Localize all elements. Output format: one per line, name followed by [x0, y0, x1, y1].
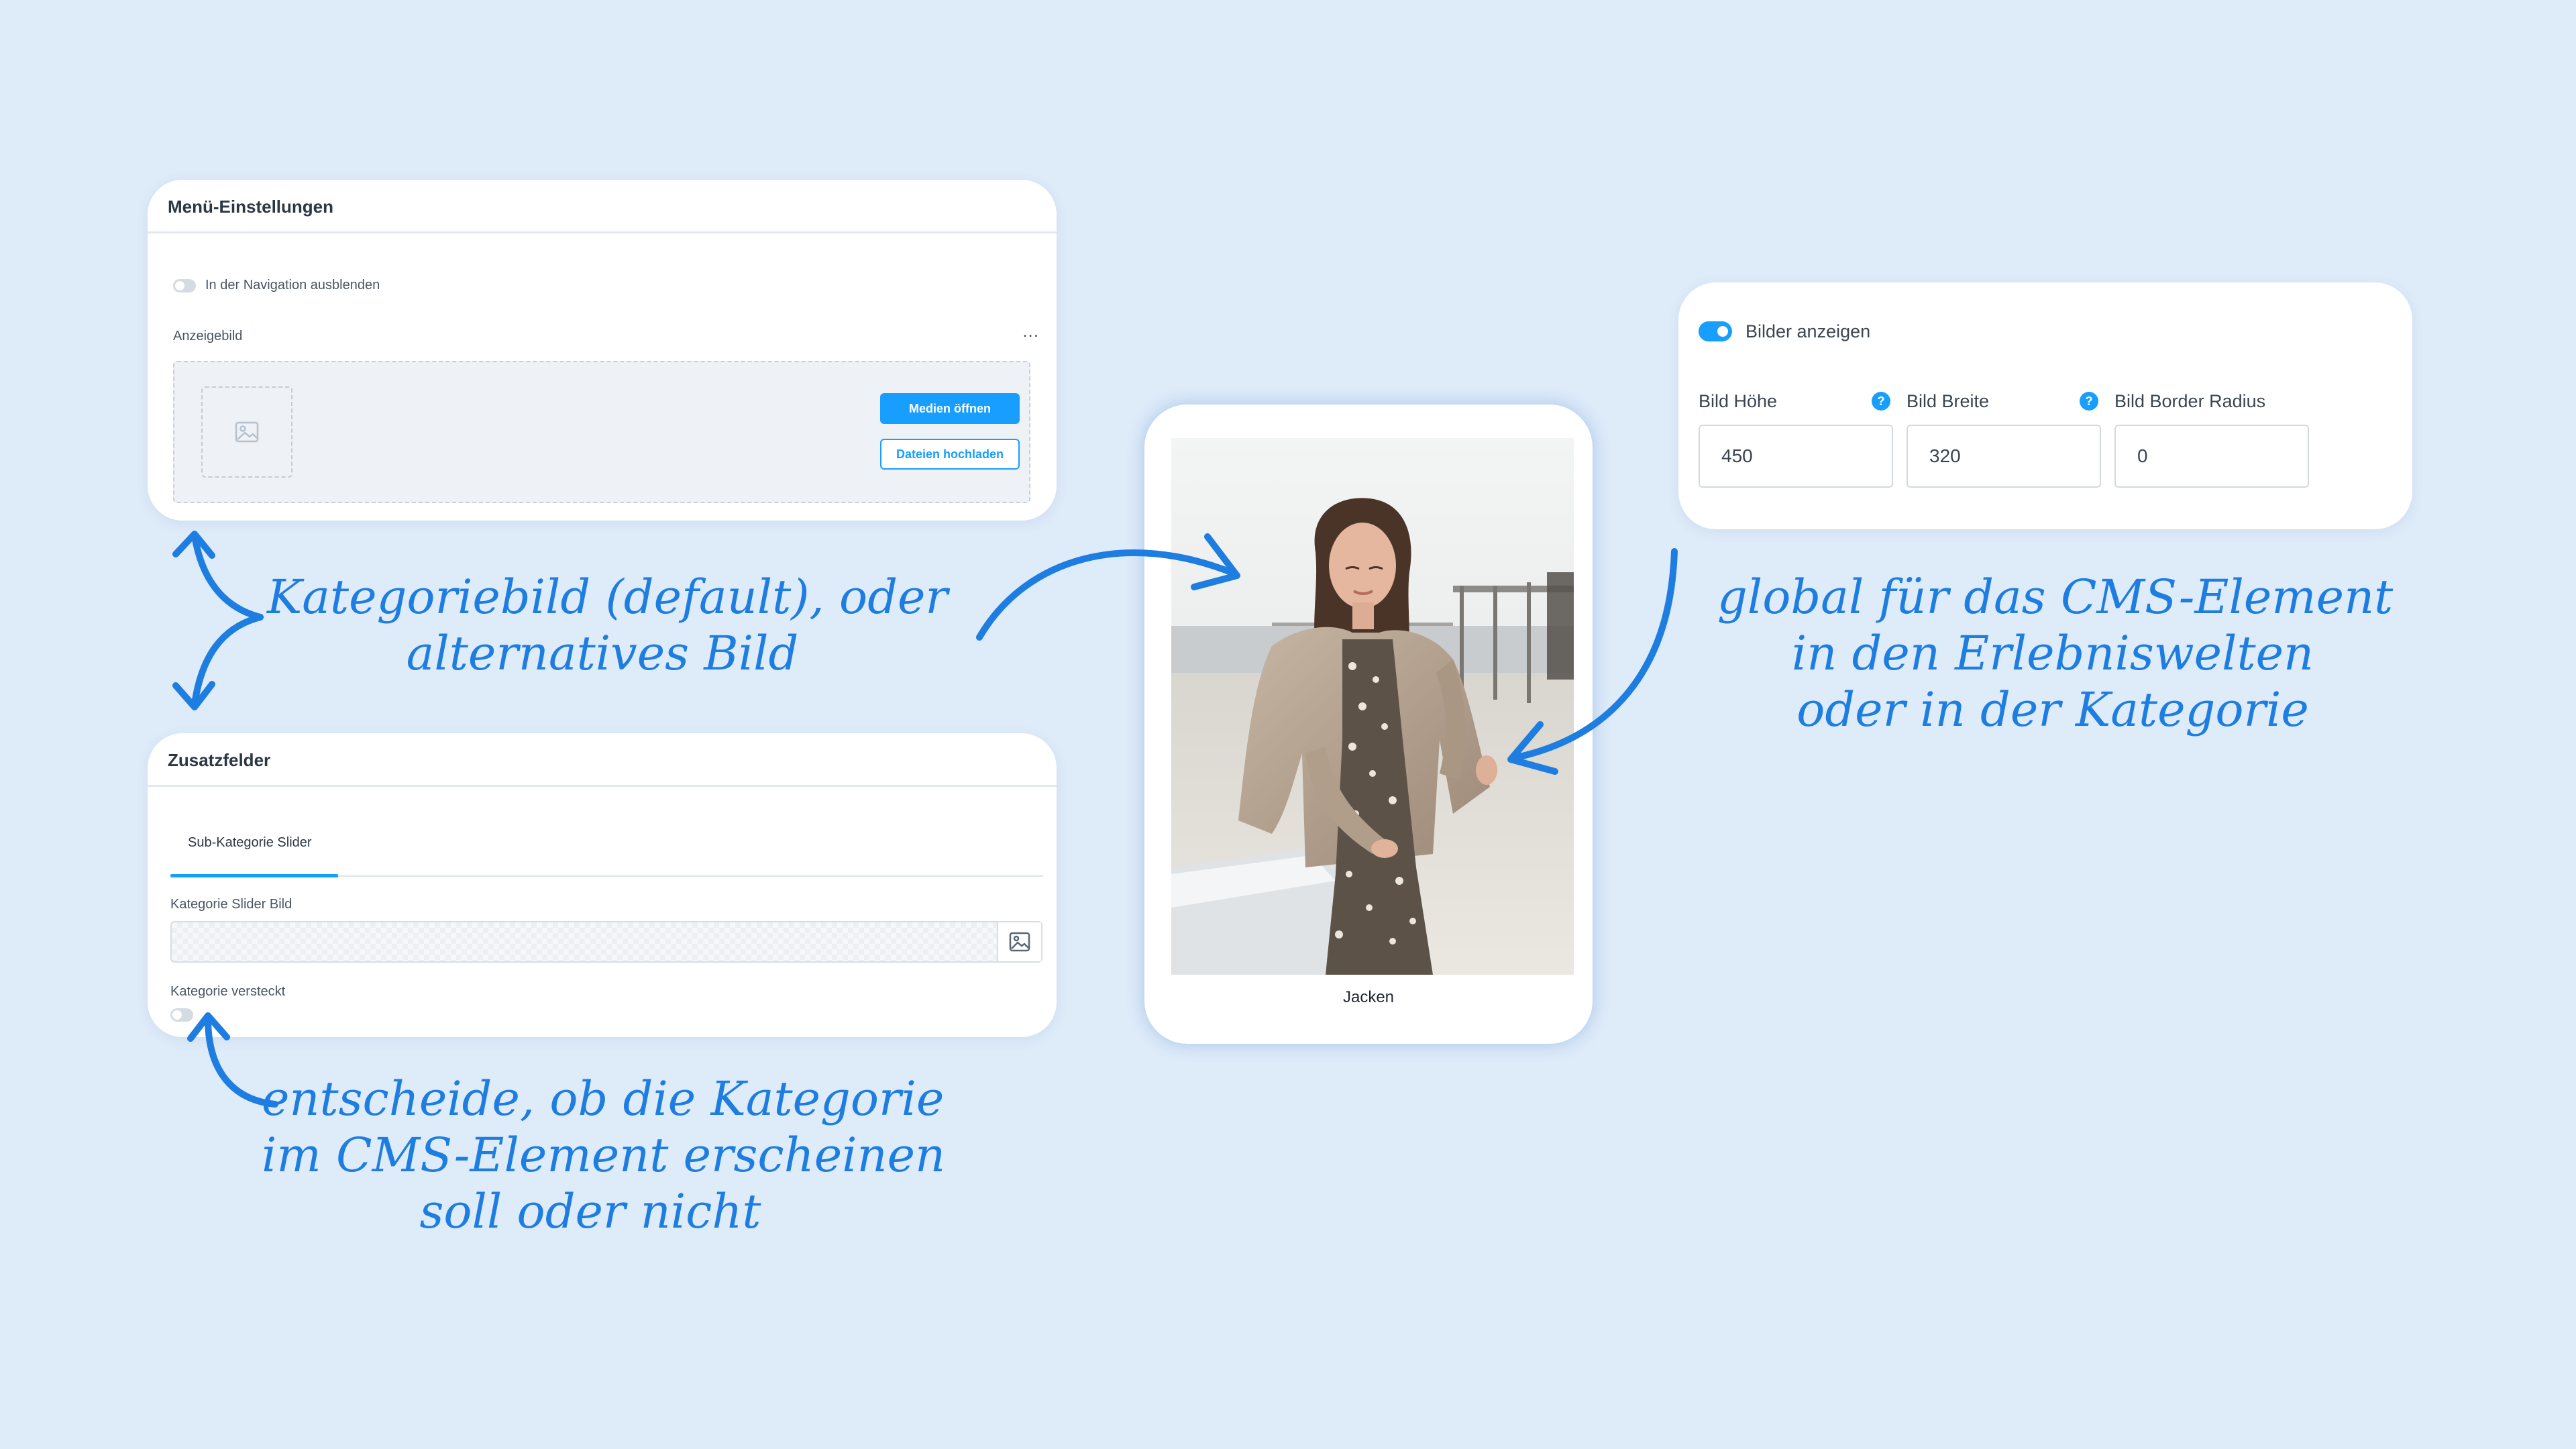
bracket-arrow-down-head — [172, 681, 215, 710]
note-visibility-decision: entscheide, ob die Kategorie im CMS-Elem… — [262, 1071, 946, 1240]
note-decision-line2: im CMS-Element erscheinen — [262, 1128, 946, 1183]
show-images-toggle[interactable] — [1699, 321, 1732, 341]
slider-image-field[interactable] — [170, 921, 1042, 963]
tab-sub-category-slider[interactable]: Sub-Kategorie Slider — [188, 835, 312, 851]
note-category-image-line2: alternatives Bild — [406, 626, 799, 681]
note-global-line1: global für das CMS-Element — [1717, 570, 2394, 625]
more-options-icon[interactable]: ... — [1022, 321, 1039, 341]
note-category-image-line1: Kategoriebild (default), oder — [267, 570, 948, 625]
image-border-radius-label: Bild Border Radius — [2114, 391, 2266, 411]
note-decision-line1: entscheide, ob die Kategorie — [262, 1071, 945, 1126]
bracket-arrow-up — [191, 532, 264, 621]
note-global-line2: in den Erlebniswelten — [1791, 626, 2314, 681]
note-decision-line3: soll oder nicht — [419, 1184, 761, 1239]
image-height-label: Bild Höhe — [1699, 391, 1778, 411]
category-photo — [1171, 438, 1574, 975]
image-placeholder-icon — [201, 386, 292, 478]
open-media-button[interactable]: Medien öffnen — [880, 393, 1020, 424]
image-width-label: Bild Breite — [1907, 391, 1990, 411]
image-picker-icon[interactable] — [997, 922, 1041, 961]
image-height-input[interactable] — [1699, 425, 1893, 488]
image-settings-card: Bilder anzeigen Bild Höhe ? Bild Breite … — [1678, 282, 2412, 529]
hide-in-navigation-toggle[interactable] — [173, 279, 196, 292]
bracket-arrow-up-head — [172, 531, 215, 559]
category-preview-card: Jacken — [1144, 405, 1593, 1044]
slider-image-label: Kategorie Slider Bild — [170, 897, 292, 912]
menu-settings-title: Menü-Einstellungen — [148, 180, 1057, 233]
note-global-line3: oder in der Kategorie — [1796, 682, 2309, 737]
show-images-label: Bilder anzeigen — [1746, 321, 1871, 341]
image-width-input[interactable] — [1907, 425, 2101, 488]
display-image-label: Anzeigebild — [173, 329, 243, 343]
image-upload-dropzone[interactable]: Medien öffnen Dateien hochladen — [173, 361, 1030, 503]
category-hidden-label: Kategorie versteckt — [170, 984, 286, 999]
note-category-image: Kategoriebild (default), oder alternativ… — [267, 569, 948, 682]
menu-settings-card: Menü-Einstellungen In der Navigation aus… — [148, 180, 1057, 521]
image-border-radius-input[interactable] — [2114, 425, 2309, 488]
bracket-arrow-down — [191, 614, 264, 708]
custom-fields-card: Zusatzfelder Sub-Kategorie Slider Katego… — [148, 733, 1057, 1037]
hide-in-navigation-label: In der Navigation ausblenden — [205, 278, 380, 292]
image-height-help-icon[interactable]: ? — [1872, 392, 1890, 411]
category-caption: Jacken — [1342, 988, 1395, 1006]
upload-files-button[interactable]: Dateien hochladen — [880, 439, 1020, 470]
custom-fields-title: Zusatzfelder — [148, 733, 1057, 787]
category-hidden-toggle[interactable] — [170, 1008, 193, 1022]
image-width-help-icon[interactable]: ? — [2080, 392, 2098, 411]
note-global-setting: global für das CMS-Element in den Erlebn… — [1717, 569, 2394, 738]
tab-active-indicator — [170, 874, 338, 877]
